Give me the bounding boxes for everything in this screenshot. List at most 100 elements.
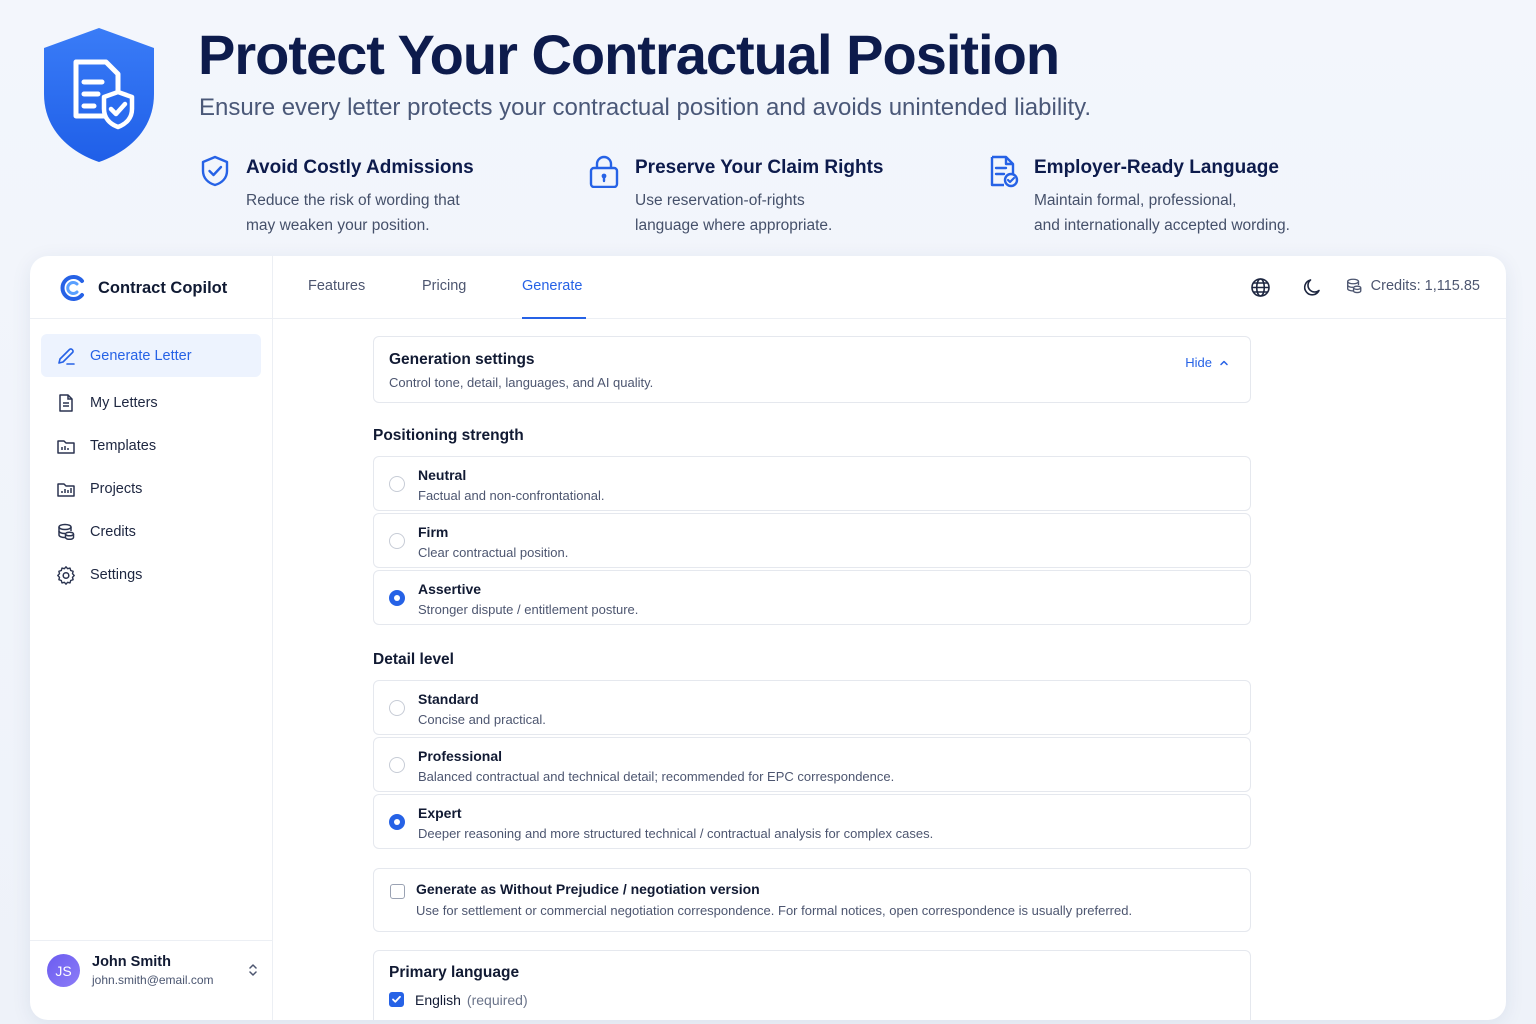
feature-employer-ready: Employer-Ready Language Maintain formal,… — [986, 154, 1290, 238]
tab-pricing[interactable]: Pricing — [422, 278, 466, 294]
avatar: JS — [47, 954, 80, 987]
generation-settings-panel: Generation settings Control tone, detail… — [373, 336, 1251, 1020]
positioning-strength-heading: Positioning strength — [373, 427, 524, 444]
option-assertive[interactable]: Assertive Stronger dispute / entitlement… — [373, 570, 1251, 625]
radio-button-selected[interactable] — [389, 590, 405, 606]
credits-label: Credits: 1,115.85 — [1370, 278, 1480, 294]
sidebar-item-label: My Letters — [90, 394, 158, 411]
brand[interactable]: Contract Copilot — [58, 272, 227, 304]
sidebar-item-label: Templates — [90, 437, 157, 454]
topbar: Features Pricing Generate Credits: 1,115… — [273, 256, 1506, 319]
option-professional[interactable]: Professional Balanced contractual and te… — [373, 737, 1251, 792]
primary-language-heading: Primary language — [389, 964, 520, 981]
document-icon — [59, 393, 73, 412]
gear-icon — [57, 565, 75, 585]
feature-title: Preserve Your Claim Rights — [635, 157, 884, 178]
without-prejudice-option[interactable]: Generate as Without Prejudice / negotiat… — [373, 868, 1251, 932]
divider — [30, 318, 273, 319]
feature-title: Avoid Costly Admissions — [246, 157, 474, 178]
sidebar-item-settings[interactable]: Settings — [41, 553, 261, 596]
option-desc: Concise and practical. — [418, 712, 546, 727]
shield-check-icon — [201, 155, 229, 187]
radio-button[interactable] — [389, 476, 405, 492]
hero-subtitle: Ensure every letter protects your contra… — [199, 94, 1092, 121]
radio-button[interactable] — [389, 533, 405, 549]
feature-desc: may weaken your position. — [246, 217, 430, 234]
hero-title: Protect Your Contractual Position — [198, 23, 1060, 86]
without-prejudice-desc: Use for settlement or commercial negotia… — [416, 903, 1133, 918]
english-checkbox[interactable] — [389, 992, 404, 1007]
sidebar-item-generate-letter[interactable]: Generate Letter — [41, 334, 261, 377]
feature-title: Employer-Ready Language — [1034, 157, 1279, 178]
tab-active-indicator — [522, 317, 586, 319]
sidebar-item-label: Credits — [90, 523, 136, 540]
language-required-note: (required) — [466, 992, 528, 1008]
user-name: John Smith — [92, 954, 171, 970]
contract-copilot-logo-icon — [60, 275, 84, 301]
credits-balance[interactable]: Credits: 1,115.85 — [1345, 277, 1480, 295]
language-option-english[interactable]: English (required) — [389, 992, 1235, 1008]
chevron-up-icon — [1220, 360, 1228, 365]
user-menu[interactable]: JS John Smith john.smith@email.com — [47, 954, 261, 987]
brand-name: Contract Copilot — [98, 278, 228, 297]
moon-icon[interactable] — [1302, 277, 1323, 298]
option-desc: Deeper reasoning and more structured tec… — [418, 826, 934, 841]
chevron-up-down-icon[interactable] — [245, 962, 261, 978]
generation-settings-title: Generation settings — [389, 351, 535, 368]
sidebar: Contract Copilot Generate Letter My Lett… — [30, 256, 273, 1020]
feature-preserve-rights: Preserve Your Claim Rights Use reservati… — [587, 154, 884, 238]
hide-settings-button[interactable]: Hide — [1185, 355, 1230, 370]
feature-desc: Reduce the risk of wording that — [246, 192, 460, 209]
sidebar-item-label: Generate Letter — [90, 347, 192, 364]
radio-button-selected[interactable] — [389, 814, 405, 830]
option-title: Assertive — [418, 581, 482, 597]
feature-desc: language where appropriate. — [635, 217, 833, 234]
option-title: Firm — [418, 524, 449, 540]
tab-generate[interactable]: Generate — [522, 278, 582, 294]
sidebar-nav: Generate Letter My Letters Templates Pro… — [41, 334, 261, 596]
coins-icon — [58, 523, 75, 540]
folder-icon — [57, 439, 75, 454]
tab-features[interactable]: Features — [308, 278, 365, 294]
pen-icon — [58, 347, 75, 365]
hide-label: Hide — [1185, 355, 1212, 370]
sidebar-item-label: Projects — [90, 480, 143, 497]
sidebar-item-my-letters[interactable]: My Letters — [41, 381, 261, 424]
feature-desc: Use reservation-of-rights — [635, 192, 805, 209]
sidebar-item-credits[interactable]: Credits — [41, 510, 261, 553]
sidebar-item-templates[interactable]: Templates — [41, 424, 261, 467]
feature-avoid-admissions: Avoid Costly Admissions Reduce the risk … — [198, 154, 474, 238]
language-name: English — [415, 992, 461, 1008]
option-title: Neutral — [418, 467, 467, 483]
shield-document-icon — [44, 28, 154, 162]
lock-icon — [589, 155, 619, 188]
option-title: Expert — [418, 805, 462, 821]
option-title: Professional — [418, 748, 503, 764]
option-expert[interactable]: Expert Deeper reasoning and more structu… — [373, 794, 1251, 849]
user-email: john.smith@email.com — [92, 973, 214, 987]
primary-language-card: Primary language English (required) — [373, 950, 1251, 1020]
option-desc: Factual and non-confrontational. — [418, 488, 605, 503]
generation-settings-card: Generation settings Control tone, detail… — [373, 336, 1251, 403]
generation-settings-subtitle: Control tone, detail, languages, and AI … — [389, 375, 654, 390]
sidebar-item-label: Settings — [90, 566, 143, 583]
radio-button[interactable] — [389, 757, 405, 773]
option-standard[interactable]: Standard Concise and practical. — [373, 680, 1251, 735]
document-check-icon — [990, 155, 1019, 188]
option-title: Standard — [418, 691, 479, 707]
app-window: Contract Copilot Generate Letter My Lett… — [30, 256, 1506, 1020]
option-firm[interactable]: Firm Clear contractual position. — [373, 513, 1251, 568]
detail-level-heading: Detail level — [373, 651, 454, 668]
sidebar-item-projects[interactable]: Projects — [41, 467, 261, 510]
coins-icon — [1346, 278, 1362, 294]
check-icon — [392, 995, 401, 1003]
feature-desc: Maintain formal, professional, — [1034, 192, 1237, 209]
option-desc: Clear contractual position. — [418, 545, 569, 560]
without-prejudice-checkbox[interactable] — [390, 884, 405, 899]
radio-button[interactable] — [389, 700, 405, 716]
folder-chart-icon — [57, 482, 75, 497]
option-desc: Stronger dispute / entitlement posture. — [418, 602, 639, 617]
option-neutral[interactable]: Neutral Factual and non-confrontational. — [373, 456, 1251, 511]
globe-icon[interactable] — [1250, 277, 1271, 298]
option-desc: Balanced contractual and technical detai… — [418, 769, 895, 784]
